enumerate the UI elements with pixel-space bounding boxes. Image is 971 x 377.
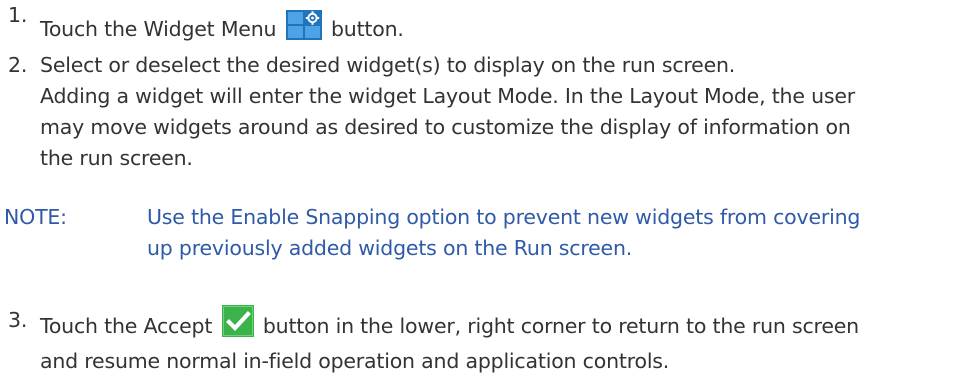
- note-label: NOTE:: [4, 205, 67, 229]
- document: 1. Touch the Widget Menu button. 2. Sele…: [0, 0, 971, 375]
- step-number: 3.: [8, 308, 28, 332]
- step-line: Select or deselect the desired widget(s)…: [40, 53, 736, 77]
- step-text-before-icon: Touch the Widget Menu: [40, 17, 277, 41]
- step-number: 1.: [8, 3, 28, 27]
- widget-menu-icon: [285, 10, 322, 49]
- step-text: Select or deselect the desired widget(s)…: [40, 50, 965, 174]
- step-text: Touch the Widget Menu button.: [40, 10, 965, 49]
- step-line: and resume normal in-field operation and…: [40, 349, 670, 373]
- step-number: 2.: [8, 53, 28, 77]
- step-detail-line: may move widgets around as desired to cu…: [40, 115, 851, 139]
- note-line: Use the Enable Snapping option to preven…: [147, 205, 861, 229]
- note-line: up previously added widgets on the Run s…: [147, 236, 633, 260]
- step-text-after-icon: button.: [330, 17, 404, 41]
- note-text: Use the Enable Snapping option to preven…: [147, 202, 967, 264]
- step-text-before-icon: Touch the Accept: [40, 314, 213, 338]
- step-detail-line: Adding a widget will enter the widget La…: [40, 84, 855, 108]
- step-detail-line: the run screen.: [40, 146, 193, 170]
- accept-checkmark-icon: [221, 305, 254, 346]
- step-text-after-icon: button in the lower, right corner to ret…: [262, 314, 859, 338]
- step-text: Touch the Accept button in the lower, ri…: [40, 305, 965, 377]
